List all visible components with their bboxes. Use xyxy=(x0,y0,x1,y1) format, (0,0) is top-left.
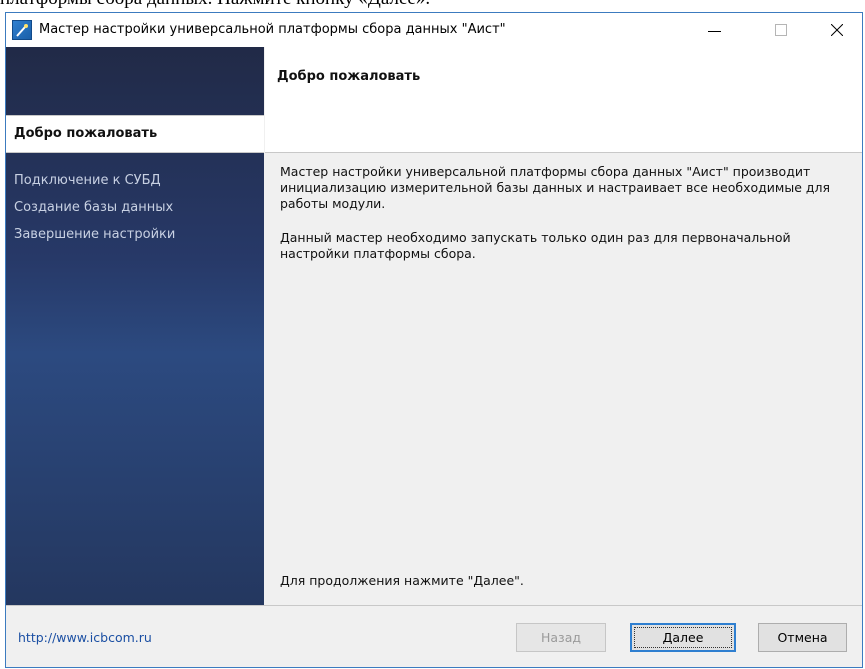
page-title: Добро пожаловать xyxy=(277,69,421,84)
footer-divider xyxy=(6,605,862,606)
step-create-database: Создание базы данных xyxy=(14,200,174,215)
document-text-fragment: платформы сбора данных. Нажмите кнопку «… xyxy=(0,0,865,12)
window-title: Мастер настройки универсальной платформы… xyxy=(39,22,506,37)
step-finish-setup: Завершение настройки xyxy=(14,227,176,242)
page-content: Мастер настройки универсальной платформы… xyxy=(265,153,862,605)
maximize-icon[interactable] xyxy=(758,13,804,47)
title-bar[interactable]: Мастер настройки универсальной платформы… xyxy=(6,13,862,47)
minimize-icon[interactable] xyxy=(692,13,738,47)
continue-hint: Для продолжения нажмите "Далее". xyxy=(280,573,524,588)
current-step-label: Добро пожаловать xyxy=(14,126,158,141)
wizard-steps-sidebar: Добро пожаловать Подключение к СУБД Созд… xyxy=(6,47,264,605)
intro-paragraph: Мастер настройки универсальной платформы… xyxy=(280,164,831,211)
wizard-wand-icon xyxy=(12,20,32,40)
step-db-connection: Подключение к СУБД xyxy=(14,173,161,188)
page-header: Добро пожаловать xyxy=(265,47,862,153)
run-once-paragraph: Данный мастер необходимо запускать тольк… xyxy=(280,230,791,261)
website-link[interactable]: http://www.icbcom.ru xyxy=(18,630,152,645)
next-button[interactable]: Далее xyxy=(630,623,736,652)
focus-outline xyxy=(634,627,732,648)
close-icon[interactable] xyxy=(814,13,860,47)
back-button[interactable]: Назад xyxy=(516,623,606,652)
cancel-button[interactable]: Отмена xyxy=(758,623,847,652)
current-step-panel: Добро пожаловать xyxy=(6,115,264,153)
wizard-window: Мастер настройки универсальной платформы… xyxy=(5,12,863,668)
